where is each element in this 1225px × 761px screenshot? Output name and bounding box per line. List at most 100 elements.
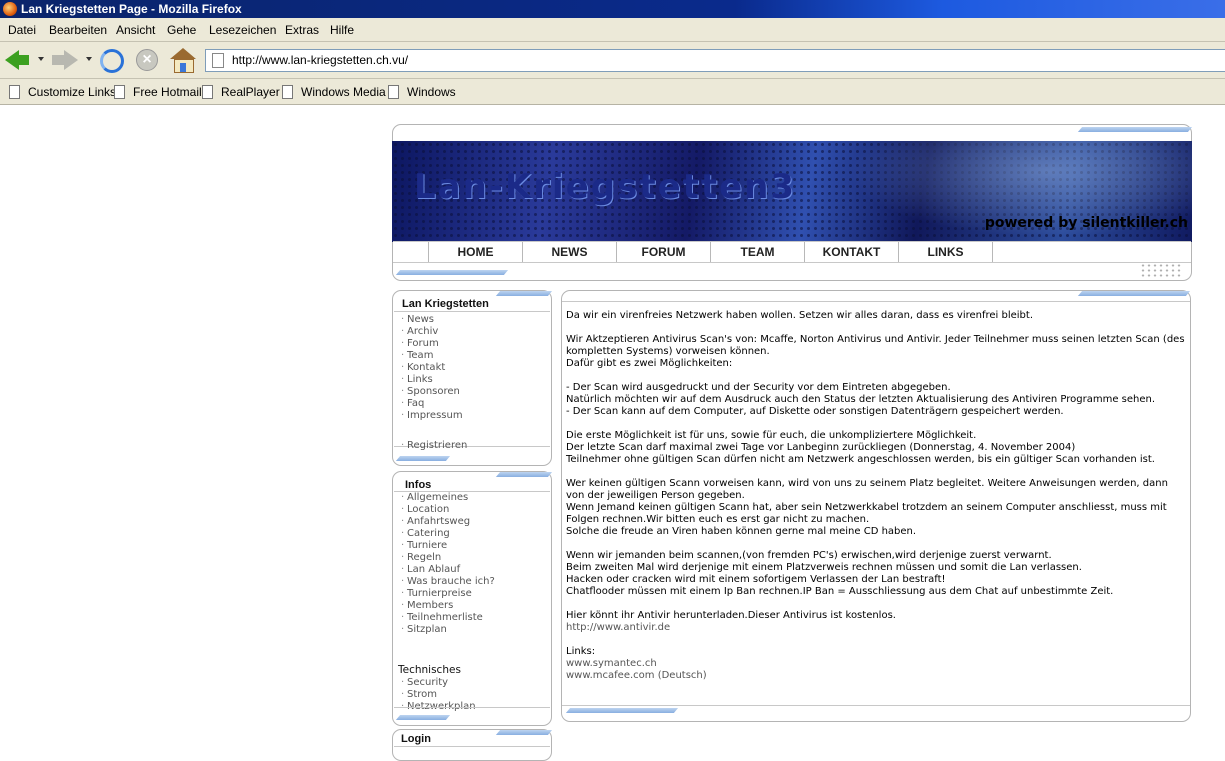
sidebar-item-allgemeines[interactable]: · Allgemeines (401, 492, 495, 504)
sidebar-item-team[interactable]: · Team (401, 350, 467, 362)
sidebar-item-sponsoren[interactable]: · Sponsoren (401, 386, 467, 398)
sidebar-item-security[interactable]: · Security (401, 677, 476, 689)
menu-datei[interactable]: Datei (8, 23, 36, 37)
menu-hilfe[interactable]: Hilfe (330, 23, 354, 37)
bookmark-label: Windows (407, 85, 456, 99)
nav-forum[interactable]: FORUM (616, 242, 710, 262)
site-banner: Lan-Kriegstetten3 powered by silentkille… (392, 141, 1192, 242)
paragraph: Links: www.symantec.ch www.mcafee.com (D… (566, 646, 1186, 682)
box-decor-stripe (395, 715, 451, 720)
reload-icon (100, 49, 124, 73)
stop-icon: × (136, 49, 158, 71)
bookmark-page-icon (202, 85, 213, 99)
box-decor-stripe (495, 730, 553, 735)
text-line: Wenn wir jemanden beim scannen,(von frem… (566, 550, 1052, 561)
back-history-dropdown-icon[interactable] (38, 57, 44, 61)
sidebar-item-registrieren[interactable]: · Registrieren (401, 440, 467, 452)
main-decor-stripe-bottom (565, 708, 679, 713)
home-icon-door (180, 63, 186, 72)
sidebar-box-lan-kriegstetten: Lan Kriegstetten · News · Archiv · Forum · T… (392, 290, 552, 466)
forward-arrow-icon (64, 50, 78, 70)
divider (562, 705, 1190, 706)
sidebar-item-news[interactable]: · News (401, 314, 467, 326)
sidebar-title: Infos (405, 479, 432, 491)
sidebar-item-location[interactable]: · Location (401, 504, 495, 516)
antivir-link[interactable]: http://www.antivir.de (566, 622, 670, 633)
menu-extras[interactable]: Extras (285, 23, 319, 37)
reload-button[interactable] (98, 47, 124, 73)
paragraph: Da wir ein virenfreies Netzwerk haben wo… (566, 310, 1034, 321)
sidebar-item-impressum[interactable]: · Impressum (401, 410, 467, 422)
forward-history-dropdown-icon[interactable] (86, 57, 92, 61)
sidebar-title: Login (401, 733, 431, 745)
sidebar-menu-list: · News · Archiv · Forum · Team · Kontakt · Lin… (401, 314, 467, 452)
box-decor-stripe (495, 472, 553, 477)
sidebar-item-links[interactable]: · Links (401, 374, 467, 386)
url-input[interactable]: http://www.lan-kriegstetten.ch.vu/ (205, 49, 1225, 72)
links-label: Links: (566, 646, 596, 657)
text-line: Hier könnt ihr Antivir herunterladen.Die… (566, 610, 896, 621)
nav-divider (992, 242, 994, 262)
nav-kontakt[interactable]: KONTAKT (804, 242, 898, 262)
menu-lesezeichen[interactable]: Lesezeichen (209, 23, 276, 37)
sidebar-item-lan-ablauf[interactable]: · Lan Ablauf (401, 564, 495, 576)
sidebar-item-sitzplan[interactable]: · Sitzplan (401, 624, 495, 636)
nav-news[interactable]: NEWS (522, 242, 616, 262)
menu-ansicht[interactable]: Ansicht (116, 23, 155, 37)
sidebar-item-kontakt[interactable]: · Kontakt (401, 362, 467, 374)
home-button[interactable] (170, 47, 196, 73)
text-line: - Der Scan wird ausgedruckt und der Secu… (566, 382, 951, 393)
sidebar-item-regeln[interactable]: · Regeln (401, 552, 495, 564)
symantec-link[interactable]: www.symantec.ch (566, 658, 657, 669)
text-line: Natürlich möchten wir auf dem Ausdruck a… (566, 394, 1156, 405)
divider (394, 311, 550, 312)
menu-bar: Datei Bearbeiten Ansicht Gehe Lesezeiche… (0, 18, 1225, 42)
mcafee-link[interactable]: www.mcafee.com (Deutsch) (566, 670, 707, 681)
paragraph: Wir Aktzeptieren Antivirus Scan's von: M… (566, 334, 1186, 370)
text-line: Dafür gibt es zwei Möglichkeiten: (566, 358, 733, 369)
sidebar-item-strom[interactable]: · Strom (401, 689, 476, 701)
nav-links[interactable]: LINKS (898, 242, 992, 262)
divider (394, 707, 550, 708)
text-line: Hacken oder cracken wird mit einem sofor… (566, 574, 946, 585)
stop-button[interactable]: × (134, 47, 160, 73)
sidebar-item-turnierpreise[interactable]: · Turnierpreise (401, 588, 495, 600)
nav-team[interactable]: TEAM (710, 242, 804, 262)
bookmark-label: RealPlayer (221, 85, 280, 99)
window-title: Lan Kriegstetten Page - Mozilla Firefox (21, 2, 242, 16)
sidebar-item-forum[interactable]: · Forum (401, 338, 467, 350)
menu-gehe[interactable]: Gehe (167, 23, 196, 37)
sidebar-item-turniere[interactable]: · Turniere (401, 540, 495, 552)
window-titlebar: Lan Kriegstetten Page - Mozilla Firefox (0, 0, 1225, 18)
header-decor-stripe-bottom (395, 270, 509, 275)
bookmark-page-icon (282, 85, 293, 99)
text-line: Wer keinen gültigen Scann vorweisen kann… (566, 478, 1168, 501)
home-icon (170, 48, 196, 59)
text-line: Solche die freude an Viren haben können … (566, 526, 917, 537)
text-line: Wenn Jemand keinen gültigen Scann hat, a… (566, 502, 1167, 525)
nav-home[interactable]: HOME (428, 242, 522, 262)
forward-button[interactable] (52, 47, 78, 73)
paragraph: Die erste Möglichkeit ist für uns, sowie… (566, 430, 1186, 466)
header-dots-decor (1140, 263, 1182, 277)
text-line: - Der Scan kann auf dem Computer, auf Di… (566, 406, 1064, 417)
page-content: Lan-Kriegstetten3 powered by silentkille… (0, 105, 1225, 761)
sidebar-item-members[interactable]: · Members (401, 600, 495, 612)
forward-arrow-icon-tail (52, 55, 65, 65)
article-body: Da wir ein virenfreies Netzwerk haben wo… (566, 310, 1186, 694)
text-line: Beim zweiten Mal wird derjenige mit eine… (566, 562, 1082, 573)
sidebar-box-infos: Infos · Allgemeines · Location · Anfahrtswe… (392, 471, 552, 726)
sidebar-item-anfahrtsweg[interactable]: · Anfahrtsweg (401, 516, 495, 528)
back-arrow-icon-tail (17, 55, 29, 65)
sidebar-item-was-brauche-ich[interactable]: · Was brauche ich? (401, 576, 495, 588)
bookmark-page-icon (388, 85, 399, 99)
sidebar-item-catering[interactable]: · Catering (401, 528, 495, 540)
back-button[interactable] (5, 47, 31, 73)
sidebar-infos-list: · Allgemeines · Location · Anfahrtsweg · Cat… (401, 492, 495, 636)
header-decor-stripe (1077, 127, 1193, 132)
menu-bearbeiten[interactable]: Bearbeiten (49, 23, 107, 37)
sidebar-item-archiv[interactable]: · Archiv (401, 326, 467, 338)
sidebar-item-teilnehmerliste[interactable]: · Teilnehmerliste (401, 612, 495, 624)
sidebar-item-faq[interactable]: · Faq (401, 398, 467, 410)
